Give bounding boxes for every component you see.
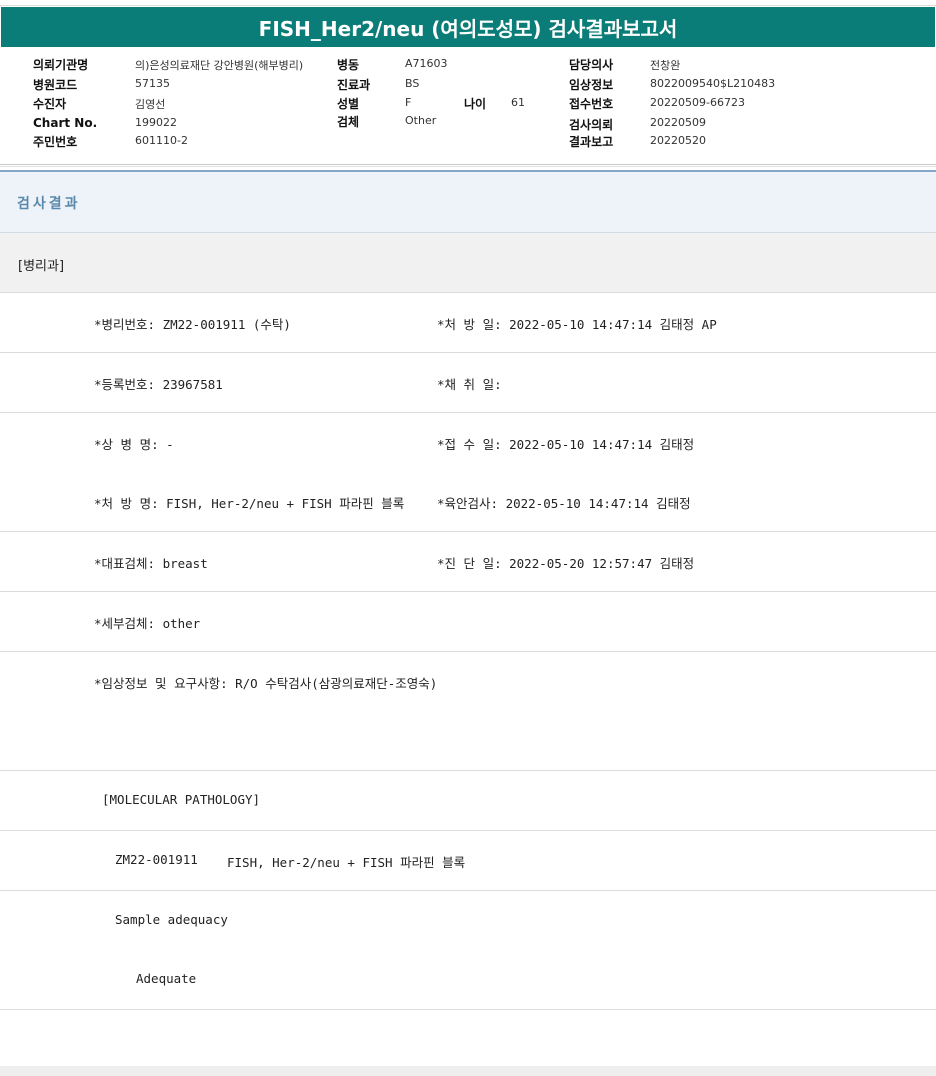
sample-adequacy-value: Adequate xyxy=(136,971,197,986)
institution-label: 의뢰기관명 xyxy=(33,58,89,72)
patient-name-label: 수진자 xyxy=(33,97,67,111)
molecular-pathology-header: [MOLECULAR PATHOLOGY] xyxy=(102,792,261,807)
request-date-value: 20220509 xyxy=(650,116,706,129)
pathology-number: *병리번호: ZM22-001911 (수탁) xyxy=(94,317,291,332)
sex-label: 성별 xyxy=(337,97,360,111)
clinical-request: *임상정보 및 요구사항: R/O 수탁검사(삼광의료재단-조영숙) xyxy=(94,676,438,691)
sex-value: F xyxy=(405,96,412,109)
bottom-bar xyxy=(0,1066,936,1076)
receipt-date: *접 수 일: 2022-05-10 14:47:14 김태정 xyxy=(437,437,695,452)
clinical-info-label: 임상정보 xyxy=(569,78,614,92)
sub-specimen: *세부검체: other xyxy=(94,616,201,631)
receipt-no-value: 20220509-66723 xyxy=(650,96,745,109)
molecular-case-number: ZM22-001911 xyxy=(115,852,198,867)
department-label: 진료과 xyxy=(337,78,371,92)
hospital-code-value: 57135 xyxy=(135,77,170,90)
result-row: ZM22-001911 FISH, Her-2/neu + FISH 파라핀 블… xyxy=(0,831,936,891)
collection-date: *채 취 일: xyxy=(437,377,502,392)
result-row: Adequate xyxy=(0,950,936,1010)
hospital-code-label: 병원코드 xyxy=(33,78,78,92)
gross-exam-date: *육안검사: 2022-05-10 14:47:14 김태정 xyxy=(437,496,691,511)
patient-name-value: 김영선 xyxy=(135,98,166,111)
sample-adequacy-label: Sample adequacy xyxy=(115,912,228,927)
result-row: *등록번호: 23967581 *채 취 일: xyxy=(0,353,936,413)
receipt-no-label: 접수번호 xyxy=(569,97,614,111)
ward-label: 병동 xyxy=(337,58,360,72)
diagnosis-name: *상 병 명: - xyxy=(94,437,174,452)
results-section-header: 검사결과 xyxy=(0,170,936,233)
result-row: *세부검체: other xyxy=(0,592,936,652)
result-row: *처 방 명: FISH, Her-2/neu + FISH 파라핀 블록 *육… xyxy=(0,472,936,532)
report-date-value: 20220520 xyxy=(650,134,706,147)
top-border xyxy=(0,0,936,6)
result-row: *상 병 명: - *접 수 일: 2022-05-10 14:47:14 김태… xyxy=(0,413,936,473)
registration-number: *등록번호: 23967581 xyxy=(94,377,223,392)
chart-no-value: 199022 xyxy=(135,116,177,129)
results-header-label: 검사결과 xyxy=(17,196,81,212)
order-name: *처 방 명: FISH, Her-2/neu + FISH 파라핀 블록 xyxy=(94,496,405,511)
result-row: *병리번호: ZM22-001911 (수탁) *처 방 일: 2022-05-… xyxy=(0,293,936,353)
doctor-value: 전창완 xyxy=(650,59,681,72)
age-value: 61 xyxy=(511,96,525,109)
info-divider xyxy=(0,164,936,167)
chart-no-label: Chart No. xyxy=(33,116,98,130)
ward-value: A71603 xyxy=(405,57,448,70)
diagnosis-date: *진 단 일: 2022-05-20 12:57:47 김태정 xyxy=(437,556,695,571)
institution-value: 의)은성의료재단 강안병원(해부병리) xyxy=(135,59,304,72)
result-row: *대표검체: breast *진 단 일: 2022-05-20 12:57:4… xyxy=(0,532,936,592)
request-date-label: 검사의뢰 xyxy=(569,118,614,132)
resident-no-label: 주민번호 xyxy=(33,135,78,149)
department-row: [병리과] xyxy=(0,233,936,293)
report-title: FISH_Her2/neu (여의도성모) 검사결과보고서 xyxy=(1,7,935,47)
specimen-value: Other xyxy=(405,114,437,127)
representative-specimen: *대표검체: breast xyxy=(94,556,208,571)
molecular-test-name: FISH, Her-2/neu + FISH 파라핀 블록 xyxy=(227,855,466,870)
order-date: *처 방 일: 2022-05-10 14:47:14 김태정 AP xyxy=(437,317,717,332)
doctor-label: 담당의사 xyxy=(569,58,614,72)
report-date-label: 결과보고 xyxy=(569,135,614,149)
patient-info-block: 의뢰기관명 의)은성의료재단 강안병원(해부병리) 병원코드 57135 수진자… xyxy=(0,47,936,165)
age-label: 나이 xyxy=(464,97,487,111)
result-row-empty xyxy=(0,1010,936,1066)
resident-no-value: 601110-2 xyxy=(135,134,188,147)
department-tag: [병리과] xyxy=(18,259,65,274)
department-value: BS xyxy=(405,77,420,90)
result-row-empty xyxy=(0,711,936,771)
result-row: [MOLECULAR PATHOLOGY] xyxy=(0,771,936,831)
result-row: *임상정보 및 요구사항: R/O 수탁검사(삼광의료재단-조영숙) xyxy=(0,652,936,712)
clinical-info-value: 8022009540$L210483 xyxy=(650,77,776,90)
result-row: Sample adequacy xyxy=(0,891,936,951)
specimen-label: 검체 xyxy=(337,115,360,129)
